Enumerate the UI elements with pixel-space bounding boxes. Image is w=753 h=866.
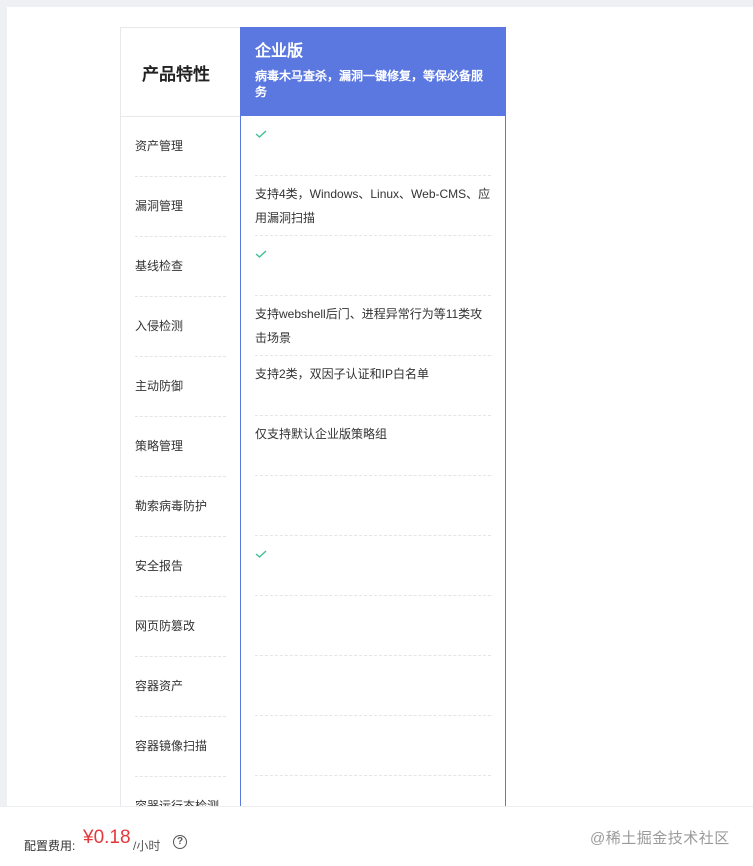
watermark-text: @稀土掘金技术社区 <box>590 830 730 847</box>
feature-row-label: 策略管理 <box>135 417 226 477</box>
feature-column: 产品特性 资产管理 漏洞管理 基线检查 入侵检测 主动防御 策略管理 勒索病毒防护 安全报告网… <box>120 27 240 806</box>
feature-row-label: 容器资产 <box>135 657 226 717</box>
enterprise-edition-column[interactable]: 企业版 病毒木马查杀，漏洞一键修复，等保必备服务 支持4类，Windows、Li… <box>240 27 506 806</box>
feature-value-cell <box>255 536 491 596</box>
feature-row-label: 漏洞管理 <box>135 177 226 237</box>
feature-row-label: 资产管理 <box>135 117 226 177</box>
fee-label: 配置费用: <box>24 839 76 853</box>
feature-value-cell <box>255 236 491 296</box>
feature-value-cell: 支持webshell后门、进程异常行为等11类攻击场景 <box>255 296 491 356</box>
edition-value-rows: 支持4类，Windows、Linux、Web-CMS、应用漏洞扫描 支持websh… <box>241 116 505 806</box>
feature-row-label: 容器运行态检测 <box>135 777 226 806</box>
fee-unit: /小时 <box>133 839 161 853</box>
check-icon <box>255 250 267 258</box>
feature-value-cell: 支持4类，Windows、Linux、Web-CMS、应用漏洞扫描 <box>255 176 491 236</box>
feature-column-header: 产品特性 <box>121 28 240 117</box>
feature-row-label: 入侵检测 <box>135 297 226 357</box>
help-icon[interactable]: ? <box>173 835 187 849</box>
feature-value-cell <box>255 716 491 776</box>
feature-value-cell <box>255 116 491 176</box>
feature-value-text: 支持webshell后门、进程异常行为等11类攻击场景 <box>255 307 483 345</box>
feature-value-cell: 仅支持默认企业版策略组 <box>255 416 491 476</box>
feature-value-cell <box>255 596 491 656</box>
feature-row-label: 基线检查 <box>135 237 226 297</box>
feature-row-label: 勒索病毒防护 <box>135 477 226 537</box>
top-background-strip <box>0 0 753 7</box>
feature-row-label: 容器镜像扫描 <box>135 717 226 777</box>
feature-value-text: 仅支持默认企业版策略组 <box>255 427 388 441</box>
edition-description: 病毒木马查杀，漏洞一键修复，等保必备服务 <box>255 69 484 99</box>
feature-comparison-table: 产品特性 资产管理 漏洞管理 基线检查 入侵检测 主动防御 策略管理 勒索病毒防护 安全报告网… <box>120 27 506 806</box>
footer-bar: 配置费用: ¥0.18 /小时 ? @稀土掘金技术社区 <box>0 806 753 866</box>
left-background-strip <box>0 0 7 866</box>
feature-value-cell <box>255 776 491 806</box>
feature-rows: 资产管理 漏洞管理 基线检查 入侵检测 主动防御 策略管理 勒索病毒防护 安全报告 网页防篡改容… <box>121 117 240 806</box>
edition-name: 企业版 <box>255 43 304 60</box>
feature-value-cell <box>255 476 491 536</box>
feature-value-text: 支持2类，双因子认证和IP白名单 <box>255 367 430 381</box>
feature-value-text: 支持4类，Windows、Linux、Web-CMS、应用漏洞扫描 <box>255 187 491 225</box>
feature-row-label: 网页防篡改 <box>135 597 226 657</box>
feature-value-cell: 支持2类，双因子认证和IP白名单 <box>255 356 491 416</box>
feature-row-label: 主动防御 <box>135 357 226 417</box>
pricing-page: 产品特性 资产管理 漏洞管理 基线检查 入侵检测 主动防御 策略管理 勒索病毒防护 安全报告网… <box>0 0 753 866</box>
feature-row-label: 安全报告 <box>135 537 226 597</box>
feature-value-cell <box>255 656 491 716</box>
edition-header[interactable]: 企业版 病毒木马查杀，漏洞一键修复，等保必备服务 <box>241 27 505 116</box>
check-icon <box>255 550 267 558</box>
fee-price: ¥0.18 <box>83 827 131 848</box>
check-icon <box>255 130 267 138</box>
